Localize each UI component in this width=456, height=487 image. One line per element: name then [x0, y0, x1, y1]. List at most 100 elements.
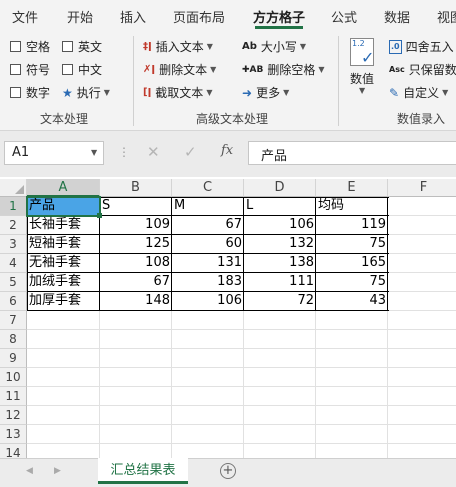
row-gridline — [27, 424, 456, 425]
more-button[interactable]: ➜ 更多 ▼ — [242, 84, 289, 101]
tab-formulas[interactable]: 公式 — [331, 7, 357, 26]
delete-space-button[interactable]: ✚AB 删除空格 ▼ — [242, 61, 325, 78]
checkbox-english[interactable]: 英文 — [62, 38, 102, 55]
checkbox-space[interactable]: 空格 — [10, 38, 50, 55]
value-cell[interactable]: 75 — [316, 273, 388, 292]
header-cell[interactable]: M — [172, 197, 244, 216]
tab-view[interactable]: 视图 — [437, 7, 456, 26]
group-label-number: 数值录入 — [397, 112, 446, 126]
value-cell[interactable]: 148 — [100, 292, 172, 311]
spreadsheet-grid[interactable]: A B C D E F 1 2 3 4 5 6 7 8 9 10 11 12 13 14 产品 S M L 均码 长袖手套 109 6… — [0, 179, 456, 463]
tab-insert[interactable]: 插入 — [120, 7, 146, 26]
more-label: 更多 — [256, 86, 281, 100]
chevron-down-icon: ▼ — [91, 148, 98, 157]
scroll-left-icon[interactable]: ◀ — [26, 466, 33, 476]
row-header-10[interactable]: 10 — [0, 368, 27, 387]
value-cell[interactable]: 60 — [172, 235, 244, 254]
arrow-right-icon: ➜ — [242, 85, 253, 100]
checkbox-symbol[interactable]: 符号 — [10, 61, 50, 78]
chevron-down-icon: ▼ — [318, 65, 325, 74]
delete-space-label: 删除空格 — [267, 63, 316, 77]
select-all-corner[interactable] — [0, 179, 27, 197]
column-header-a[interactable]: A — [27, 179, 100, 197]
value-cell[interactable]: 165 — [316, 254, 388, 273]
custom-button[interactable]: ✎ 自定义 ▼ — [389, 84, 448, 101]
row-header-8[interactable]: 8 — [0, 330, 27, 349]
header-cell[interactable]: S — [100, 197, 172, 216]
header-cell[interactable]: L — [244, 197, 316, 216]
row-header-12[interactable]: 12 — [0, 406, 27, 425]
value-cell[interactable]: 138 — [244, 254, 316, 273]
value-cell[interactable]: 106 — [172, 292, 244, 311]
column-header-e[interactable]: E — [316, 179, 388, 197]
group-divider — [133, 36, 134, 126]
value-cell[interactable]: 67 — [172, 216, 244, 235]
value-cell[interactable]: 183 — [172, 273, 244, 292]
row-header-13[interactable]: 13 — [0, 425, 27, 444]
case-button[interactable]: Ab 大小写 ▼ — [242, 38, 306, 55]
more-options-icon: ⋮ — [118, 145, 130, 159]
chevron-down-icon: ▼ — [299, 42, 307, 51]
value-cell[interactable]: 67 — [100, 273, 172, 292]
cancel-icon[interactable]: ✕ — [147, 143, 160, 161]
name-box[interactable]: A1 ▼ — [4, 141, 104, 165]
product-cell[interactable]: 长袖手套 — [27, 216, 100, 235]
row-header-1[interactable]: 1 — [0, 197, 27, 216]
row-header-4[interactable]: 4 — [0, 254, 27, 273]
extract-text-label: 截取文本 — [155, 86, 204, 100]
execute-label: 执行 — [76, 86, 101, 100]
tab-home[interactable]: 开始 — [67, 7, 93, 26]
tab-page-layout[interactable]: 页面布局 — [173, 7, 225, 26]
value-cell[interactable]: 125 — [100, 235, 172, 254]
value-cell[interactable]: 108 — [100, 254, 172, 273]
tab-fangfanggezi[interactable]: 方方格子 — [253, 7, 305, 26]
function-icon[interactable]: fx — [221, 143, 233, 158]
tab-data[interactable]: 数据 — [384, 7, 410, 26]
row-header-9[interactable]: 9 — [0, 349, 27, 368]
value-cell[interactable]: 119 — [316, 216, 388, 235]
value-cell[interactable]: 131 — [172, 254, 244, 273]
value-cell[interactable]: 109 — [100, 216, 172, 235]
product-cell[interactable]: 加绒手套 — [27, 273, 100, 292]
column-header-b[interactable]: B — [100, 179, 172, 197]
checkbox-chinese[interactable]: 中文 — [62, 61, 102, 78]
value-cell[interactable]: 75 — [316, 235, 388, 254]
delete-text-button[interactable]: ✗ǀ 删除文本 ▼ — [143, 61, 216, 78]
row-header-11[interactable]: 11 — [0, 387, 27, 406]
fill-handle[interactable] — [97, 213, 102, 218]
header-cell[interactable]: 均码 — [316, 197, 388, 216]
product-cell[interactable]: 无袖手套 — [27, 254, 100, 273]
value-cell[interactable]: 72 — [244, 292, 316, 311]
row-header-7[interactable]: 7 — [0, 311, 27, 330]
column-header-d[interactable]: D — [244, 179, 316, 197]
header-cell[interactable]: 产品 — [26, 196, 101, 217]
insert-text-button[interactable]: ‡ǀ 插入文本 ▼ — [143, 38, 213, 55]
row-header-3[interactable]: 3 — [0, 235, 27, 254]
product-cell[interactable]: 短袖手套 — [27, 235, 100, 254]
execute-button[interactable]: ★ 执行 ▼ — [62, 84, 110, 101]
delete-space-icon: ✚AB — [242, 64, 264, 75]
value-cell[interactable]: 111 — [244, 273, 316, 292]
column-header-f[interactable]: F — [388, 179, 456, 197]
row-header-6[interactable]: 6 — [0, 292, 27, 311]
formula-input[interactable]: 产品 — [248, 141, 456, 165]
round-button[interactable]: .0 四舍五入 — [389, 38, 454, 55]
product-cell[interactable]: 加厚手套 — [27, 292, 100, 311]
row-gridline — [27, 348, 456, 349]
select-all-icon — [15, 185, 24, 194]
add-sheet-icon[interactable]: + — [220, 463, 236, 479]
value-cell[interactable]: 106 — [244, 216, 316, 235]
value-cell[interactable]: 132 — [244, 235, 316, 254]
value-cell[interactable]: 43 — [316, 292, 388, 311]
extract-text-button[interactable]: [ǀ 截取文本 ▼ — [143, 84, 212, 101]
column-header-c[interactable]: C — [172, 179, 244, 197]
confirm-icon[interactable]: ✓ — [184, 143, 197, 161]
value-button[interactable]: 1.2 ✓ 数值 ▼ — [346, 36, 382, 102]
keep-number-button[interactable]: Asc 只保留数 — [389, 61, 456, 78]
sheet-tab-summary[interactable]: 汇总结果表 — [98, 458, 188, 484]
tab-file[interactable]: 文件 — [12, 7, 38, 26]
row-header-2[interactable]: 2 — [0, 216, 27, 235]
checkbox-number[interactable]: 数字 — [10, 84, 50, 101]
row-header-5[interactable]: 5 — [0, 273, 27, 292]
scroll-right-icon[interactable]: ▶ — [54, 466, 61, 476]
